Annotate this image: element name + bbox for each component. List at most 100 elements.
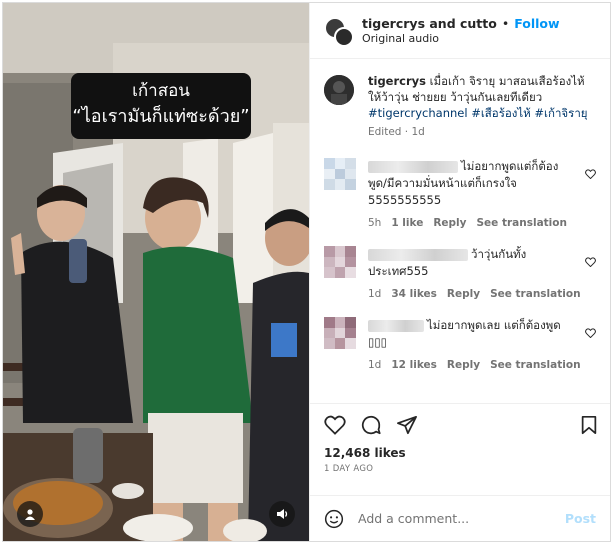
post-header: tigercrys and cutto • Follow Original au… (310, 3, 610, 59)
comment-likes[interactable]: 34 likes (391, 286, 437, 303)
separator-dot: • (501, 16, 510, 31)
avatar-pixel (345, 317, 356, 328)
avatar-pixel (334, 327, 346, 339)
reply-button[interactable]: Reply (447, 357, 480, 374)
avatar-pixel (334, 246, 346, 257)
avatar-pixel (324, 256, 335, 268)
comment-item: ว้าวุ่นกันทั้ง ประเทศ555 1d 34 likes Rep… (324, 246, 596, 303)
blurred-username (368, 160, 458, 173)
caption-body: tigercrys เมื่อเก้า จิรายุ มาสอนเสือร้อง… (368, 73, 596, 140)
author-names-link[interactable]: tigercrys and cutto (362, 16, 497, 31)
comment-avatar-blurred[interactable] (324, 158, 356, 190)
add-comment-bar: Post (310, 495, 610, 541)
header-text: tigercrys and cutto • Follow Original au… (362, 16, 560, 45)
reply-button[interactable]: Reply (447, 286, 480, 303)
comment-text-line: ว้าวุ่นกันทั้ง (471, 247, 527, 261)
comment-likes[interactable]: 1 like (391, 215, 423, 232)
comment-text-line: พูด/มีความมั่นหน้าแต่ก็เกรงใจ (368, 176, 517, 190)
audio-icon (276, 509, 287, 519)
comment-icon[interactable] (360, 414, 382, 436)
avatar-pixel (334, 158, 346, 169)
comment-text-line: ไม่อยากพูดเลย แต่ก็ต้องพูด (427, 318, 561, 332)
comment-time: 5h (368, 217, 382, 229)
comment-input[interactable] (358, 511, 565, 526)
comment-like-heart-icon[interactable] (585, 323, 596, 342)
comment-avatar-blurred[interactable] (324, 317, 356, 349)
comment-like-heart-icon[interactable] (585, 164, 596, 183)
avatar-pixel (334, 179, 346, 190)
reply-button[interactable]: Reply (433, 215, 466, 232)
video-caption-box: เก้าสอน “ไอเรามันก็แท่ซะด้วย” (71, 73, 251, 139)
comment-text-line: ประเทศ555 (368, 264, 429, 278)
post-caption: tigercrys เมื่อเก้า จิรายุ มาสอนเสือร้อง… (324, 73, 596, 140)
comment-meta: 5h 1 like Reply See translation (368, 215, 574, 232)
avatar-pixel (324, 327, 335, 339)
post-timestamp: 1 DAY AGO (324, 464, 374, 474)
comment-body: ไม่อยากพูดแต่ก็ต้อง พูด/มีความมั่นหน้าแต… (368, 158, 596, 232)
user-tag-button[interactable] (17, 501, 43, 527)
video-caption-line-2: “ไอเรามันก็แท่ซะด้วย” (72, 106, 250, 127)
collab-avatars[interactable] (324, 16, 354, 47)
audio-toggle-button[interactable] (269, 501, 295, 527)
comment-like-heart-icon[interactable] (585, 252, 596, 271)
caption-time: 1d (411, 126, 425, 138)
share-icon[interactable] (396, 415, 418, 435)
see-translation-button[interactable]: See translation (477, 215, 567, 232)
avatar-pixel (324, 338, 335, 349)
avatar-pixel (345, 179, 356, 190)
heart-icon[interactable] (324, 415, 346, 435)
comment-body: ไม่อยากพูดเลย แต่ก็ต้องพูด ▯▯▯ 1d 12 lik… (368, 317, 603, 374)
avatar-pixel (324, 168, 335, 180)
original-audio-link[interactable]: Original audio (362, 32, 560, 45)
avatar-pixel (334, 317, 346, 328)
comments-list[interactable]: tigercrys เมื่อเก้า จิรายุ มาสอนเสือร้อง… (310, 59, 610, 403)
avatar-pixel (345, 158, 356, 169)
avatar-pixel (324, 317, 335, 328)
post-dialog: เก้าสอน “ไอเรามันก็แท่ซะด้วย” tigercrys … (2, 2, 611, 542)
avatar-pixel (345, 338, 356, 349)
caption-avatar[interactable] (324, 75, 354, 105)
avatar (334, 26, 354, 47)
header-line: tigercrys and cutto • Follow (362, 16, 560, 31)
comment-avatar-blurred[interactable] (324, 246, 356, 278)
avatar-pixel (334, 256, 346, 268)
comment-text-line: ไม่อยากพูดแต่ก็ต้อง (461, 159, 559, 173)
video-caption-line-1: เก้าสอน (132, 81, 190, 101)
save-icon[interactable] (580, 415, 598, 435)
action-bar (324, 414, 598, 436)
avatar-pixel (324, 267, 335, 278)
caption-hashtags[interactable]: #tigercrychannel #เสือร้องไห้ #เก้าจิราย… (368, 105, 596, 121)
avatar-pixel (324, 179, 335, 190)
post-actions: 12,468 likes 1 DAY AGO (310, 403, 610, 495)
post-sidebar: tigercrys and cutto • Follow Original au… (309, 3, 610, 541)
avatar-pixel (324, 158, 335, 169)
blurred-username (368, 319, 424, 332)
comment-item: ไม่อยากพูดเลย แต่ก็ต้องพูด ▯▯▯ 1d 12 lik… (324, 317, 596, 374)
like-count[interactable]: 12,468 likes (324, 446, 598, 460)
emoji-icon[interactable] (324, 509, 344, 529)
comment-text-line: 5555555555 (368, 193, 442, 207)
video-player[interactable]: เก้าสอน “ไอเรามันก็แท่ซะด้วย” (3, 3, 309, 541)
user-tag-icon (25, 509, 35, 520)
comment-meta: 1d 34 likes Reply See translation (368, 286, 581, 303)
comment-item: ไม่อยากพูดแต่ก็ต้อง พูด/มีความมั่นหน้าแต… (324, 158, 596, 232)
post-comment-button[interactable]: Post (565, 511, 596, 526)
avatar-pixel (345, 168, 356, 180)
comment-time: 1d (368, 288, 382, 300)
comment-likes[interactable]: 12 likes (391, 357, 437, 374)
see-translation-button[interactable]: See translation (490, 357, 580, 374)
avatar-pixel (345, 327, 356, 339)
avatar-pixel (334, 338, 346, 349)
avatar-pixel (334, 267, 346, 278)
avatar-pixel (345, 267, 356, 278)
see-translation-button[interactable]: See translation (490, 286, 580, 303)
comment-text-line: ▯▯▯ (368, 335, 387, 349)
comment-meta: 1d 12 likes Reply See translation (368, 357, 581, 374)
edited-label: Edited (368, 126, 402, 138)
caption-meta: Edited · 1d (368, 126, 425, 138)
avatar-pixel (334, 168, 346, 180)
follow-button[interactable]: Follow (514, 16, 559, 31)
avatar-pixel (345, 246, 356, 257)
caption-username[interactable]: tigercrys (368, 74, 426, 88)
avatar-pixel (345, 256, 356, 268)
